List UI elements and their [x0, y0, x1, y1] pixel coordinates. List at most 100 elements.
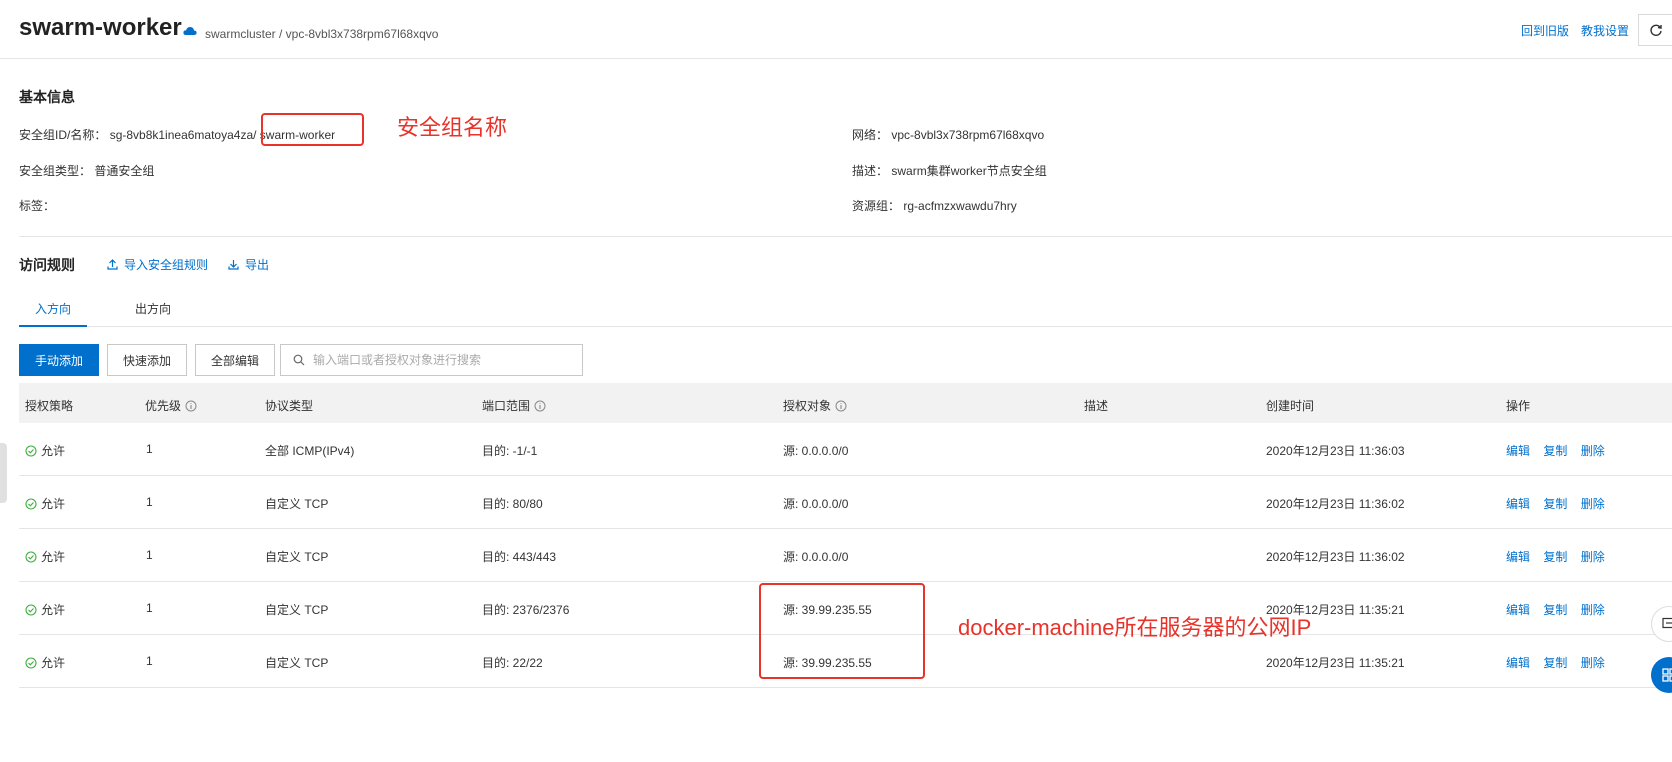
col-policy-label: 授权策略 [25, 399, 74, 413]
operations-cell: 编辑 复制 删除 [1506, 442, 1605, 459]
col-source: 授权对象 [783, 397, 847, 414]
manual-add-button[interactable]: 手动添加 [19, 344, 99, 376]
port-cell: 目的: 443/443 [482, 550, 557, 564]
col-port: 端口范围 [482, 397, 546, 414]
col-created-time-label: 创建时间 [1266, 399, 1315, 413]
policy-value: 允许 [41, 497, 66, 511]
policy-cell: 允许 [25, 654, 65, 671]
info-icon[interactable] [185, 400, 197, 412]
policy-cell: 允许 [25, 548, 65, 565]
sg-type-label: 安全组类型： [19, 164, 92, 178]
delete-rule-link[interactable]: 删除 [1581, 497, 1605, 511]
edit-rule-link[interactable]: 编辑 [1506, 550, 1530, 564]
col-operations-label: 操作 [1506, 399, 1531, 413]
operations-cell: 编辑 复制 删除 [1506, 495, 1605, 512]
operations-cell: 编辑 复制 删除 [1506, 654, 1605, 671]
port-cell: 目的: 2376/2376 [482, 603, 570, 617]
source-cell: 源: 0.0.0.0/0 [783, 550, 849, 564]
protocol-cell: 全部 ICMP(IPv4) [265, 444, 355, 458]
table-row: 允许 1 自定义 TCP 目的: 80/80 源: 0.0.0.0/0 2020… [19, 476, 1672, 529]
desc-label: 描述： [852, 164, 889, 178]
priority-cell: 1 [146, 601, 153, 615]
refresh-button[interactable] [1638, 14, 1672, 46]
policy-value: 允许 [41, 550, 66, 564]
sg-resource-group: 资源组： rg-acfmzxwawdu7hry [852, 197, 1017, 214]
created-time-cell: 2020年12月23日 11:36:02 [1266, 550, 1405, 564]
download-icon [228, 260, 239, 270]
chat-icon [1662, 617, 1672, 629]
delete-rule-link[interactable]: 删除 [1581, 656, 1605, 670]
teach-settings-link[interactable]: 教我设置 [1581, 22, 1629, 39]
basic-info-title: 基本信息 [19, 89, 75, 105]
edit-rule-link[interactable]: 编辑 [1506, 497, 1530, 511]
protocol-cell: 自定义 TCP [265, 656, 329, 670]
protocol-cell: 自定义 TCP [265, 550, 329, 564]
rules-search[interactable] [280, 344, 583, 376]
check-circle-icon [25, 603, 37, 616]
col-priority: 优先级 [145, 397, 197, 414]
active-tab-indicator [19, 325, 87, 327]
upload-icon [107, 259, 118, 270]
delete-rule-link[interactable]: 删除 [1581, 444, 1605, 458]
import-rules-label: 导入安全组规则 [124, 258, 209, 272]
port-cell: 目的: -1/-1 [482, 444, 538, 458]
ip-annotation: docker-machine所在服务器的公网IP [958, 615, 1312, 640]
import-rules-link[interactable]: 导入安全组规则 [107, 256, 208, 273]
breadcrumb: swarmcluster / vpc-8vbl3x738rpm67l68xqvo [205, 27, 439, 41]
tab-inbound[interactable]: 入方向 [35, 300, 71, 317]
ip-highlight-box [759, 583, 925, 679]
page-header: swarm-worker swarmcluster / vpc-8vbl3x73… [0, 0, 1672, 59]
back-to-old-version-link[interactable]: 回到旧版 [1521, 22, 1569, 39]
info-icon[interactable] [835, 400, 847, 412]
sg-network: 网络： vpc-8vbl3x738rpm67l68xqvo [852, 126, 1044, 143]
policy-value: 允许 [41, 603, 66, 617]
policy-cell: 允许 [25, 442, 65, 459]
search-input[interactable] [313, 353, 563, 367]
col-protocol: 协议类型 [265, 397, 313, 414]
policy-cell: 允许 [25, 601, 65, 618]
col-description: 描述 [1084, 397, 1108, 414]
edit-rule-link[interactable]: 编辑 [1506, 444, 1530, 458]
copy-rule-link[interactable]: 复制 [1543, 550, 1567, 564]
table-row: 允许 1 自定义 TCP 目的: 443/443 源: 0.0.0.0/0 20… [19, 529, 1672, 582]
col-priority-label: 优先级 [145, 399, 182, 413]
protocol-cell: 自定义 TCP [265, 603, 329, 617]
check-circle-icon [25, 656, 37, 669]
priority-cell: 1 [146, 495, 153, 509]
delete-rule-link[interactable]: 删除 [1581, 603, 1605, 617]
copy-rule-link[interactable]: 复制 [1543, 656, 1567, 670]
created-time-cell: 2020年12月23日 11:36:02 [1266, 497, 1405, 511]
tab-outbound[interactable]: 出方向 [135, 300, 171, 317]
col-description-label: 描述 [1084, 399, 1109, 413]
operations-cell: 编辑 复制 删除 [1506, 601, 1605, 618]
sg-tags-label: 标签： [19, 199, 56, 213]
quick-add-button[interactable]: 快速添加 [107, 344, 187, 376]
policy-value: 允许 [41, 656, 66, 670]
delete-rule-link[interactable]: 删除 [1581, 550, 1605, 564]
rg-value: rg-acfmzxwawdu7hry [903, 199, 1017, 213]
copy-rule-link[interactable]: 复制 [1543, 603, 1567, 617]
port-cell: 目的: 80/80 [482, 497, 543, 511]
network-value: vpc-8vbl3x738rpm67l68xqvo [891, 128, 1045, 142]
edit-rule-link[interactable]: 编辑 [1506, 656, 1530, 670]
name-annotation: 安全组名称 [397, 115, 508, 140]
col-source-label: 授权对象 [783, 399, 832, 413]
sidebar-collapse-handle[interactable] [0, 443, 7, 503]
col-port-label: 端口范围 [482, 399, 531, 413]
export-link[interactable]: 导出 [228, 256, 269, 273]
protocol-cell: 自定义 TCP [265, 497, 329, 511]
copy-rule-link[interactable]: 复制 [1543, 444, 1567, 458]
page-title: swarm-worker [19, 14, 182, 41]
rg-label: 资源组： [852, 199, 901, 213]
created-time-cell: 2020年12月23日 11:35:21 [1266, 656, 1405, 670]
check-circle-icon [25, 550, 37, 563]
col-protocol-label: 协议类型 [265, 399, 314, 413]
refresh-icon [1650, 24, 1662, 36]
sg-tags: 标签： [19, 197, 55, 214]
col-created-time: 创建时间 [1266, 397, 1314, 414]
edit-all-button[interactable]: 全部编辑 [195, 344, 275, 376]
copy-rule-link[interactable]: 复制 [1543, 497, 1567, 511]
info-icon[interactable] [534, 400, 546, 412]
created-time-cell: 2020年12月23日 11:36:03 [1266, 444, 1405, 458]
edit-rule-link[interactable]: 编辑 [1506, 603, 1530, 617]
